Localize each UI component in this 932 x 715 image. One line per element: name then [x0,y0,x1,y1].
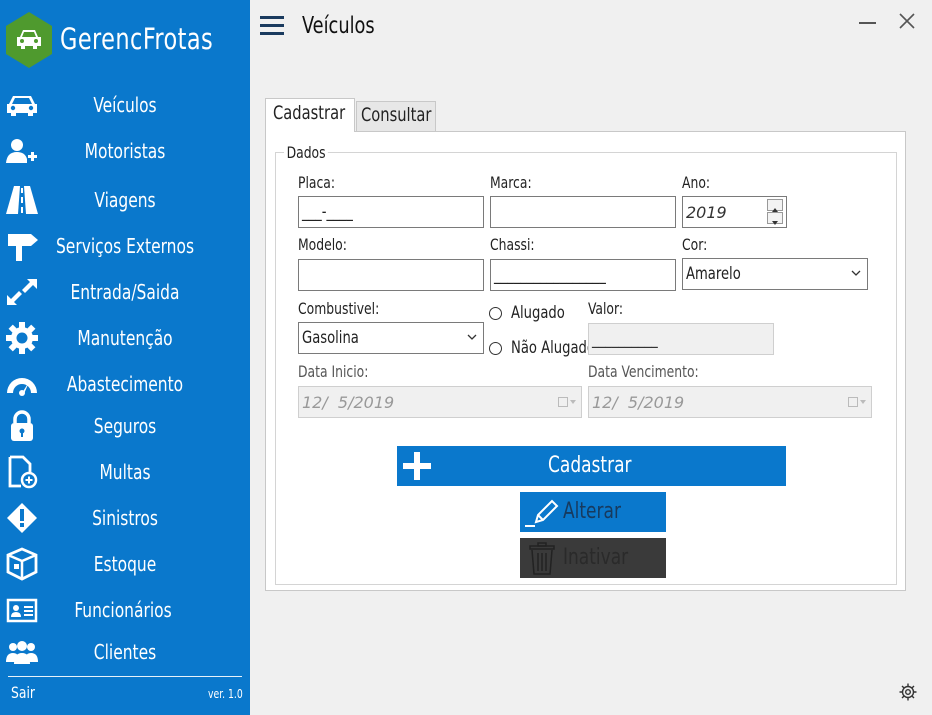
marca-label: Marca: [490,173,532,192]
sidebar-item-label: Viagens [94,188,156,212]
edit-pencil-icon [525,499,559,527]
chassi-label: Chassi: [490,235,535,254]
close-icon [899,13,915,29]
sidebar-item-multas[interactable]: Multas [0,451,250,493]
sidebar-item-entrada-saida[interactable]: Entrada/Saida [0,271,250,313]
chevron-down-icon [851,270,861,276]
cadastrar-label: Cadastrar [548,453,632,478]
cor-label: Cor: [682,235,708,254]
brand: GerencFrotas [0,0,250,80]
combustivel-value: Gasolina [302,328,359,348]
chevron-down-icon [467,334,477,340]
sidebar-item-label: Funcionários [74,598,172,622]
sidebar-item-label: Abastecimento [66,372,184,396]
inativar-label: Inativar [563,545,629,570]
data-vencimento-picker[interactable]: 12/ 5/2019 [588,386,872,418]
alugado-label: Alugado [511,303,565,323]
placa-value: ___-____ [302,202,353,222]
calendar-icon [558,397,576,407]
sidebar-item-viagens[interactable]: Viagens [0,179,250,221]
main-area: Veículos Cadastrar Consultar Dados Placa… [250,0,932,715]
alterar-button[interactable]: Alterar [520,492,666,532]
sidebar-item-label: Multas [99,460,151,484]
data-inicio-label: Data Inicio: [298,362,369,381]
sidebar-item-label: Clientes [93,640,157,664]
spin-up-button[interactable] [767,199,783,212]
placa-label: Placa: [298,173,336,192]
app-logo-icon [6,12,52,68]
sidebar-item-label: Serviços Externos [55,234,195,258]
sidebar-item-label: Veículos [93,93,157,117]
sidebar-item-manutencao[interactable]: Manutenção [0,317,250,359]
settings-gear-icon [899,683,917,701]
settings-button[interactable] [898,682,918,702]
modelo-label: Modelo: [298,235,347,254]
data-inicio-picker[interactable]: 12/ 5/2019 [298,386,582,418]
marca-field[interactable] [490,196,676,228]
sidebar-item-label: Manutenção [77,326,173,350]
radio-circle [489,342,502,355]
chassi-field[interactable]: _________________ [490,259,676,291]
sidebar: GerencFrotas Veículos Motoristas Viagens… [0,0,250,715]
sidebar-item-label: Estoque [93,552,157,576]
data-inicio-value: 12/ 5/2019 [302,393,395,412]
menu-toggle-button[interactable] [260,16,284,36]
tab-label: Cadastrar [273,102,346,124]
tab-label: Consultar [361,104,432,126]
sidebar-divider [8,676,242,677]
hamburger-icon [260,16,284,19]
ano-spinner[interactable]: 2019 [682,196,787,228]
app-name: GerencFrotas [60,22,214,56]
logout-link[interactable]: Sair [11,683,35,702]
sidebar-item-label: Sinistros [92,506,158,530]
cor-value: Amarelo [686,264,741,284]
sidebar-item-funcionarios[interactable]: Funcionários [0,589,250,631]
ano-label: Ano: [682,173,711,192]
combustivel-select[interactable]: Gasolina [298,322,484,354]
sidebar-item-servicos-externos[interactable]: Serviços Externos [0,225,250,267]
group-title: Dados [284,143,329,162]
sidebar-item-veiculos[interactable]: Veículos [0,84,250,126]
trash-icon [529,542,555,575]
sidebar-item-label: Seguros [93,414,157,438]
alterar-label: Alterar [563,499,621,524]
chassi-value: _________________ [494,265,606,285]
sidebar-item-sinistros[interactable]: Sinistros [0,497,250,539]
plus-icon [403,452,431,480]
sidebar-item-label: Entrada/Saida [70,280,180,304]
page-title: Veículos [302,13,375,39]
minimize-button[interactable] [857,10,879,32]
ano-value: 2019 [686,203,727,222]
tab-consultar[interactable]: Consultar [356,101,436,131]
minimize-icon [859,22,876,24]
radio-circle [489,307,502,320]
close-button[interactable] [898,12,918,32]
valor-value: __________ [592,329,658,349]
version-label: ver. 1.0 [208,687,243,701]
modelo-field[interactable] [298,259,484,291]
nao-alugado-label: Não Alugado [511,338,595,358]
cadastrar-button[interactable]: Cadastrar [397,446,786,486]
sidebar-item-estoque[interactable]: Estoque [0,543,250,585]
sidebar-item-abastecimento[interactable]: Abastecimento [0,363,250,405]
inativar-button[interactable]: Inativar [520,538,666,578]
sidebar-item-seguros[interactable]: Seguros [0,405,250,447]
placa-field[interactable]: ___-____ [298,196,484,228]
calendar-icon [848,397,866,407]
sidebar-item-label: Motoristas [84,139,166,163]
valor-label: Valor: [588,299,624,318]
sidebar-item-clientes[interactable]: Clientes [0,631,250,673]
data-vencimento-value: 12/ 5/2019 [592,393,685,412]
combustivel-label: Combustivel: [298,299,380,318]
cor-select[interactable]: Amarelo [682,258,868,290]
spin-down-button[interactable] [767,212,783,225]
data-vencimento-label: Data Vencimento: [588,362,699,381]
tab-cadastrar[interactable]: Cadastrar [265,98,355,132]
sidebar-item-motoristas[interactable]: Motoristas [0,130,250,172]
valor-field[interactable]: __________ [588,323,774,355]
